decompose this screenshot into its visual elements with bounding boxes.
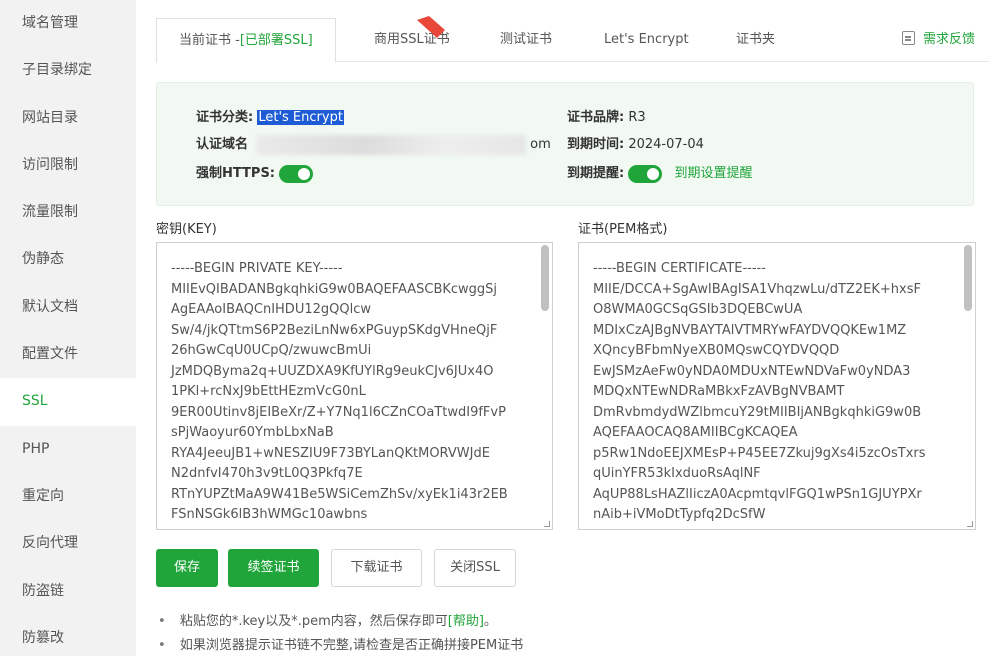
help-link[interactable]: [帮助]	[448, 614, 484, 629]
key-line: JzMDQByma2q+UUZDXA9KfUYlRg9eukCJv6JUx4O	[171, 363, 494, 379]
tip-item: 粘贴您的*.key以及*.pem内容，然后保存即可[帮助]。	[158, 610, 523, 634]
sidebar-item-default-doc[interactable]: 默认文档	[0, 284, 136, 331]
tip-item: 如果浏览器提示证书链不完整,请检查是否正确拼接PEM证书	[158, 634, 523, 656]
cert-line: -----BEGIN CERTIFICATE-----	[593, 261, 766, 276]
key-textarea[interactable]: -----BEGIN PRIVATE KEY----- MIIEvQIBADANB…	[156, 242, 553, 530]
cert-line: qUinYFR53kIxduoRsAqlNF	[593, 466, 761, 481]
tip1-suffix: 。	[483, 614, 497, 629]
cert-expire-label: 到期时间:	[567, 137, 625, 152]
tip2-text: 如果浏览器提示证书链不完整,请检查是否正确拼接PEM证书	[179, 638, 524, 653]
sidebar-item-config[interactable]: 配置文件	[0, 331, 136, 378]
cert-brand-value: R3	[628, 110, 646, 125]
close-ssl-button[interactable]: 关闭SSL	[434, 549, 516, 587]
key-scrollbar[interactable]	[541, 245, 549, 311]
sidebar-item-redirect[interactable]: 重定向	[0, 473, 136, 520]
sidebar-item-subdir[interactable]: 子目录绑定	[0, 47, 136, 94]
cert-scrollbar[interactable]	[964, 245, 972, 311]
cert-line: AQEFAAOCAQ8AMIIBCgKCAQEA	[593, 425, 798, 440]
cert-line: XQncyBFbmNyeXB0MQswCQYDVQQD	[593, 343, 840, 358]
renew-cert-button[interactable]: 续签证书	[228, 549, 319, 587]
force-https-row: 强制HTTPS:	[196, 162, 314, 183]
cert-line: p5Rw1NdoEEJXMEsP+P45EE7Zkuj9gXs4i5zcOsTx…	[593, 445, 926, 461]
key-line: Sw/4/jkQTtmS6P2BeziLnNw6xPGuypSKdgVHneQj…	[171, 322, 498, 338]
cert-line: AqUP88LsHAZlIiczA0AcpmtqvlFGQ1wPSn1GJUYP…	[593, 486, 922, 502]
feedback-label: 需求反馈	[922, 32, 975, 47]
sidebar-item-php[interactable]: PHP	[0, 426, 136, 473]
key-line: sPjWaoyur60YmbLbxNaB	[171, 425, 334, 440]
key-line: RYA4JeeuJB1+wNESZIU9F73BYLanQKtMORVWJdE	[171, 445, 490, 461]
key-line: MIIEvQIBADANBgkqhkiG9w0BAQEFAASCBKcwggSj	[171, 281, 498, 297]
sidebar-item-reverse-proxy[interactable]: 反向代理	[0, 520, 136, 567]
cert-textarea[interactable]: -----BEGIN CERTIFICATE----- MIIE/DCCA+SgA…	[578, 242, 976, 530]
ssl-tabs: 当前证书 -[已部署SSL] 商用SSL证书 测试证书 Let's Encryp…	[156, 16, 989, 63]
key-line: 9ER00Utinv8jEIBeXr/Z+Y7Nq1l6CZnCOaTtwdI9…	[171, 404, 506, 420]
sidebar-item-rewrite[interactable]: 伪静态	[0, 236, 136, 283]
cert-content: -----BEGIN CERTIFICATE----- MIIE/DCCA+SgA…	[593, 259, 957, 526]
cert-category-value: Let's Encrypt	[257, 110, 344, 125]
key-line: 26hGwCqU0UCpQ/zwuwcBmUi	[171, 343, 372, 358]
cert-line: MDIxCzAJBgNVBAYTAlVTMRYwFAYDVQQKEw1MZ	[593, 322, 907, 338]
cert-domain-row: 认证域名 om	[196, 133, 551, 155]
recommend-ribbon-icon	[417, 16, 445, 38]
cert-resize-handle[interactable]	[967, 521, 973, 527]
sidebar-item-traffic-limit[interactable]: 流量限制	[0, 189, 136, 236]
sidebar-item-domain[interactable]: 域名管理	[0, 0, 136, 47]
expire-remind-link[interactable]: 到期设置提醒	[674, 166, 752, 181]
key-line: RTnYUPZtMaA9W41Be5WSiCemZhSv/xyEk1i43r2E…	[171, 486, 508, 502]
cert-line: EwJSMzAeFw0yNDA0MDUxNTEwNDVaFw0yNDA3	[593, 363, 911, 379]
tab-test-cert[interactable]: 测试证书	[500, 18, 552, 62]
cert-line: DmRvbmdydWZlbmcuY29tMIIBIjANBgkqhkiG9w0B	[593, 404, 922, 420]
cert-expire-value: 2024-07-04	[628, 137, 704, 152]
cert-brand-label: 证书品牌:	[567, 110, 625, 125]
force-https-toggle[interactable]	[279, 164, 314, 183]
force-https-label: 强制HTTPS:	[196, 166, 276, 181]
expire-remind-row: 到期提醒: 到期设置提醒	[567, 162, 753, 183]
tab-current-cert-status: [已部署SSL]	[239, 33, 313, 48]
key-content: -----BEGIN PRIVATE KEY----- MIIEvQIBADANB…	[171, 259, 534, 526]
key-label: 密钥(KEY)	[156, 222, 217, 237]
cert-line: O8WMA0GCSqGSIb3DQEBCwUA	[593, 302, 803, 317]
cert-category-row: 证书分类: Let's Encrypt	[196, 106, 344, 125]
cert-expire-row: 到期时间: 2024-07-04	[567, 133, 704, 152]
tab-letsencrypt[interactable]: Let's Encrypt	[604, 18, 689, 62]
cert-line: nAib+iVMoDtTypfq2DcSfW	[593, 507, 766, 522]
feedback-icon	[901, 31, 915, 45]
sidebar-item-site-dir[interactable]: 网站目录	[0, 95, 136, 142]
key-line: -----BEGIN PRIVATE KEY-----	[171, 261, 343, 276]
sidebar: 域名管理 子目录绑定 网站目录 访问限制 流量限制 伪静态 默认文档 配置文件 …	[0, 0, 136, 656]
expire-remind-label: 到期提醒:	[567, 166, 625, 181]
cert-category-label: 证书分类:	[196, 110, 254, 125]
cert-brand-row: 证书品牌: R3	[567, 106, 646, 125]
expire-remind-toggle[interactable]	[628, 164, 663, 183]
tab-current-cert[interactable]: 当前证书 -[已部署SSL]	[156, 18, 336, 63]
cert-label: 证书(PEM格式)	[578, 222, 668, 237]
cert-line: MIIE/DCCA+SgAwIBAgISA1VhqzwLu/dTZ2EK+hxs…	[593, 281, 921, 297]
download-cert-button[interactable]: 下载证书	[331, 549, 422, 587]
main-panel: 当前证书 -[已部署SSL] 商用SSL证书 测试证书 Let's Encryp…	[136, 0, 989, 656]
tab-current-cert-label: 当前证书 -	[179, 33, 240, 48]
key-resize-handle[interactable]	[544, 521, 550, 527]
key-line: 1PKl+rcNxJ9bEttHEzmVcG0nL	[171, 384, 366, 399]
sidebar-item-ssl[interactable]: SSL	[0, 378, 136, 426]
key-line: N2dnfvI470h3v9tL0Q3Pkfq7E	[171, 466, 363, 481]
tips-list: 粘贴您的*.key以及*.pem内容，然后保存即可[帮助]。 如果浏览器提示证书…	[158, 610, 523, 656]
feedback-link[interactable]: 需求反馈	[901, 18, 975, 62]
sidebar-item-access-limit[interactable]: 访问限制	[0, 142, 136, 189]
save-button[interactable]: 保存	[156, 549, 218, 587]
cert-domain-redacted	[256, 134, 527, 155]
tip1-text: 粘贴您的*.key以及*.pem内容，然后保存即可	[179, 614, 448, 629]
cert-info-box: 证书分类: Let's Encrypt 证书品牌: R3 认证域名 om 到期时…	[156, 82, 974, 206]
key-line: AgEAAoIBAQCnIHDU12gQQlcw	[171, 302, 371, 317]
cert-line: MDQxNTEwNDRaMBkxFzAVBgNVBAMT	[593, 384, 845, 399]
cert-domain-suffix: om	[530, 137, 551, 152]
sidebar-item-hotlink[interactable]: 防盗链	[0, 568, 136, 615]
tab-cert-folder[interactable]: 证书夹	[736, 18, 775, 62]
sidebar-item-tamper-proof[interactable]: 防篡改	[0, 615, 136, 656]
key-line: FSnNSGk6lB3hWMGc10awbns	[171, 507, 368, 522]
cert-domain-label: 认证域名	[196, 137, 249, 152]
